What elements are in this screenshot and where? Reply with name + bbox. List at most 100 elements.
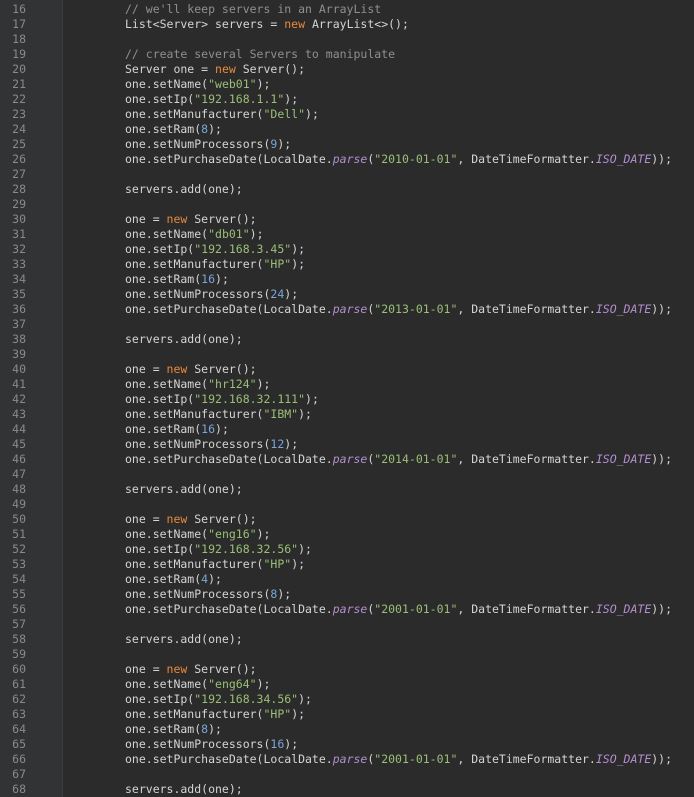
line-number: 65 xyxy=(12,737,26,751)
code-line[interactable]: 24 one.setRam(8); xyxy=(0,122,694,137)
code-line[interactable]: 42 one.setIp("192.168.32.111"); xyxy=(0,392,694,407)
code-token-string: "eng64" xyxy=(208,677,257,691)
code-line[interactable]: 66 one.setPurchaseDate(LocalDate.parse("2… xyxy=(0,752,694,767)
code-line[interactable]: 50 one = new Server(); xyxy=(0,512,694,527)
code-line[interactable]: 30 one = new Server(); xyxy=(0,212,694,227)
code-token-plain: one.setManufacturer( xyxy=(125,407,264,421)
code-line[interactable]: 48 servers.add(one); xyxy=(0,482,694,497)
code-line[interactable]: 29 xyxy=(0,197,694,212)
line-number: 16 xyxy=(12,2,26,16)
code-line[interactable]: 32 one.setIp("192.168.3.45"); xyxy=(0,242,694,257)
code-line[interactable]: 56 one.setPurchaseDate(LocalDate.parse("2… xyxy=(0,602,694,617)
code-token-plain: servers.add(one); xyxy=(125,782,243,796)
line-number: 41 xyxy=(12,377,26,391)
code-line[interactable]: 52 one.setIp("192.168.32.56"); xyxy=(0,542,694,557)
code-line[interactable]: 46 one.setPurchaseDate(LocalDate.parse("2… xyxy=(0,452,694,467)
code-line[interactable]: 27 xyxy=(0,167,694,182)
line-number: 35 xyxy=(12,287,26,301)
code-line[interactable]: 18 xyxy=(0,32,694,47)
code-line[interactable]: 21 one.setName("web01"); xyxy=(0,77,694,92)
code-token-string: "2001-01-01" xyxy=(374,602,458,616)
code-token-number: 16 xyxy=(201,272,216,286)
code-line[interactable]: 57 xyxy=(0,617,694,632)
code-line[interactable]: 59 xyxy=(0,647,694,662)
code-line[interactable]: 62 one.setIp("192.168.34.56"); xyxy=(0,692,694,707)
code-line[interactable]: 44 one.setRam(16); xyxy=(0,422,694,437)
code-line[interactable]: 60 one = new Server(); xyxy=(0,662,694,677)
code-token-plain: one.setPurchaseDate(LocalDate. xyxy=(125,302,333,316)
code-line[interactable]: 54 one.setRam(4); xyxy=(0,572,694,587)
line-number: 30 xyxy=(12,212,26,226)
code-text: one = new Server(); xyxy=(125,212,257,227)
code-line[interactable]: 67 xyxy=(0,767,694,782)
code-line[interactable]: 36 one.setPurchaseDate(LocalDate.parse("2… xyxy=(0,302,694,317)
code-line[interactable]: 63 one.setManufacturer("HP"); xyxy=(0,707,694,722)
code-token-plain: one = xyxy=(125,662,167,676)
code-text: one.setManufacturer("HP"); xyxy=(125,257,305,272)
code-line[interactable]: 43 one.setManufacturer("IBM"); xyxy=(0,407,694,422)
code-line[interactable]: 20 Server one = new Server(); xyxy=(0,62,694,77)
code-token-plain: one.setRam( xyxy=(125,272,202,286)
line-number: 47 xyxy=(12,467,26,481)
code-token-string: "192.168.3.45" xyxy=(194,242,292,256)
code-line[interactable]: 28 servers.add(one); xyxy=(0,182,694,197)
code-line[interactable]: 19 // create several Servers to manipulat… xyxy=(0,47,694,62)
code-line[interactable]: 47 xyxy=(0,467,694,482)
code-line[interactable]: 65 one.setNumProcessors(16); xyxy=(0,737,694,752)
code-line[interactable]: 23 one.setManufacturer("Dell"); xyxy=(0,107,694,122)
code-token-plain: one.setName( xyxy=(125,677,209,691)
code-token-plain: one.setManufacturer( xyxy=(125,257,264,271)
line-number: 56 xyxy=(12,602,26,616)
code-token-plain: ); xyxy=(298,692,312,706)
code-token-plain: servers.add(one); xyxy=(125,482,243,496)
code-line[interactable]: 55 one.setNumProcessors(8); xyxy=(0,587,694,602)
line-number: 59 xyxy=(12,647,26,661)
code-token-comment: // create several Servers to manipulate xyxy=(125,47,396,61)
code-line[interactable]: 61 one.setName("eng64"); xyxy=(0,677,694,692)
code-line[interactable]: 16 // we'll keep servers in an ArrayList xyxy=(0,2,694,17)
code-line[interactable]: 34 one.setRam(16); xyxy=(0,272,694,287)
code-text: one.setNumProcessors(24); xyxy=(125,287,298,302)
code-token-number: 12 xyxy=(270,437,285,451)
code-text: servers.add(one); xyxy=(125,782,243,797)
code-line[interactable]: 35 one.setNumProcessors(24); xyxy=(0,287,694,302)
code-token-plain: one.setRam( xyxy=(125,572,202,586)
code-token-string: "web01" xyxy=(208,77,257,91)
code-line[interactable]: 41 one.setName("hr124"); xyxy=(0,377,694,392)
code-line[interactable]: 37 xyxy=(0,317,694,332)
code-line[interactable]: 33 one.setManufacturer("HP"); xyxy=(0,257,694,272)
code-token-plain: ); xyxy=(305,107,319,121)
code-line[interactable]: 26 one.setPurchaseDate(LocalDate.parse("2… xyxy=(0,152,694,167)
line-number: 46 xyxy=(12,452,26,466)
line-number: 31 xyxy=(12,227,26,241)
code-line[interactable]: 51 one.setName("eng16"); xyxy=(0,527,694,542)
code-line[interactable]: 40 one = new Server(); xyxy=(0,362,694,377)
code-token-static: parse xyxy=(332,452,368,466)
code-line[interactable]: 49 xyxy=(0,497,694,512)
code-line[interactable]: 31 one.setName("db01"); xyxy=(0,227,694,242)
code-editor[interactable]: 16// we'll keep servers in an ArrayList 1… xyxy=(0,0,694,797)
code-line[interactable]: 22 one.setIp("192.168.1.1"); xyxy=(0,92,694,107)
code-token-plain: ); xyxy=(284,437,299,451)
code-token-plain: , DateTimeFormatter. xyxy=(457,452,596,466)
line-number: 60 xyxy=(12,662,26,676)
code-line[interactable]: 17 List<Server> servers = new ArrayList<>… xyxy=(0,17,694,32)
code-token-plain: servers.add(one); xyxy=(125,632,243,646)
code-text: one = new Server(); xyxy=(125,512,257,527)
code-token-keyword: new xyxy=(215,62,236,76)
code-token-plain: Server(); xyxy=(187,512,257,526)
code-line[interactable]: 64 one.setRam(8); xyxy=(0,722,694,737)
code-token-static: parse xyxy=(332,752,368,766)
code-line[interactable]: 25 one.setNumProcessors(9); xyxy=(0,137,694,152)
code-line[interactable]: 38 servers.add(one); xyxy=(0,332,694,347)
code-line[interactable]: 68 servers.add(one); xyxy=(0,782,694,797)
code-token-plain: ); xyxy=(284,737,299,751)
code-text: one.setIp("192.168.3.45"); xyxy=(125,242,305,257)
code-line[interactable]: 39 xyxy=(0,347,694,362)
line-number: 27 xyxy=(12,167,26,181)
code-line[interactable]: 45 one.setNumProcessors(12); xyxy=(0,437,694,452)
code-line[interactable]: 58 servers.add(one); xyxy=(0,632,694,647)
code-line[interactable]: 53 one.setManufacturer("HP"); xyxy=(0,557,694,572)
line-number: 44 xyxy=(12,422,26,436)
line-number: 64 xyxy=(12,722,26,736)
